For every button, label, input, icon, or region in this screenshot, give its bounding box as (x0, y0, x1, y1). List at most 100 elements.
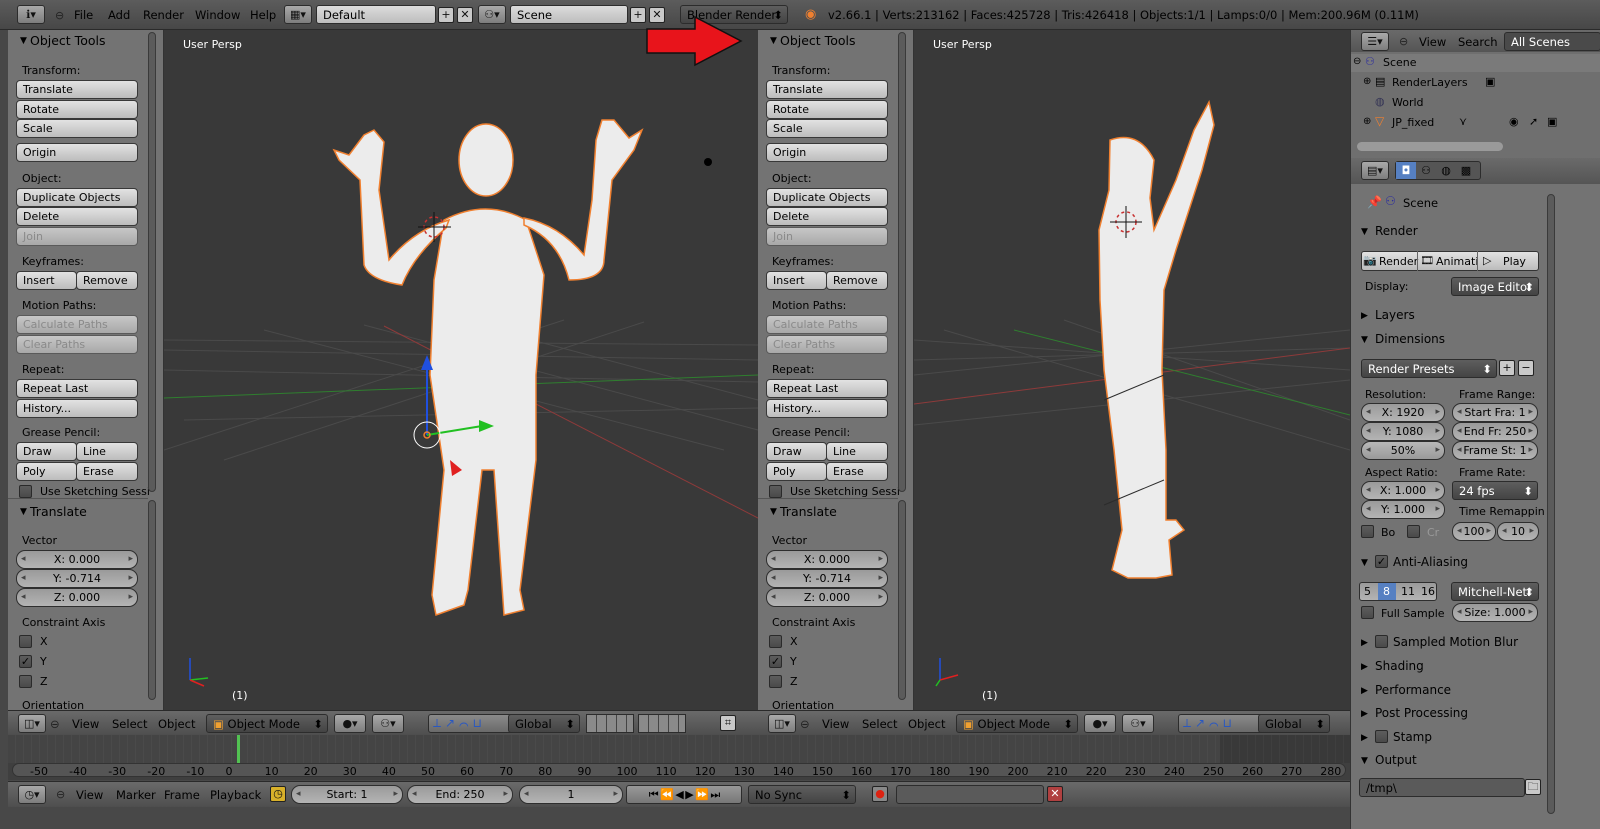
visibility-eye-icon[interactable]: ◉ (1509, 115, 1519, 128)
left-shelf-scrollbar[interactable] (148, 32, 156, 492)
timeline-menu-view[interactable]: View (76, 788, 103, 802)
right-view-menu-object[interactable]: Object (908, 717, 945, 731)
outliner-row-object[interactable]: ⊕ ▽ JP_fixed ⋎ ◉ ➚ ▣ (1351, 114, 1600, 132)
render-panel-toggle-icon[interactable]: ▼ (1361, 227, 1368, 237)
right-view-editor-type-icon[interactable]: ◫▾ (768, 714, 796, 733)
right-view-pivot-point-icon[interactable]: ⚇▾ (1122, 714, 1154, 733)
left-view-snap-icon[interactable]: ⌗ (720, 715, 736, 731)
left-object-tools-title[interactable]: Object Tools (30, 33, 105, 48)
left-scale-button[interactable]: Scale (16, 119, 138, 138)
right-operator-translate-title[interactable]: Translate (780, 504, 837, 519)
right-delete-button[interactable]: Delete (766, 207, 888, 226)
performance-toggle-icon[interactable]: ▶ (1361, 686, 1368, 696)
shading-toggle-icon[interactable]: ▶ (1361, 662, 1368, 672)
aa-panel-toggle-icon[interactable]: ▼ (1361, 558, 1368, 568)
left-view-menu-select[interactable]: Select (112, 717, 147, 731)
left-operator-translate-title[interactable]: Translate (30, 504, 87, 519)
layers-panel-toggle-icon[interactable]: ▶ (1361, 311, 1368, 321)
viewport-side[interactable]: User Persp (1) (914, 30, 1350, 710)
frame-step-field[interactable]: Frame St: 1 (1452, 441, 1538, 460)
motion-blur-title[interactable]: Sampled Motion Blur (1393, 635, 1518, 649)
right-clear-paths-button[interactable]: Clear Paths (766, 335, 888, 354)
preview-range-icon[interactable]: ◷ (270, 786, 286, 802)
remove-layout-icon[interactable]: ✕ (457, 7, 473, 23)
remap-old-field[interactable]: 100 (1452, 522, 1496, 541)
aspect-y-field[interactable]: Y: 1.000 (1361, 500, 1445, 519)
left-constraint-z-checkbox[interactable] (19, 675, 32, 688)
right-duplicate-objects-button[interactable]: Duplicate Objects (766, 188, 888, 207)
timeline-menu-marker[interactable]: Marker (116, 788, 156, 802)
left-grease-erase-button[interactable]: Erase (76, 462, 138, 481)
menu-help[interactable]: Help (250, 8, 276, 22)
left-origin-button[interactable]: Origin (16, 143, 138, 162)
render-panel-title[interactable]: Render (1375, 224, 1418, 238)
current-frame-indicator[interactable] (237, 735, 240, 763)
right-repeat-last-button[interactable]: Repeat Last (766, 379, 888, 398)
outliner-filter-select[interactable]: All Scenes (1504, 32, 1600, 51)
left-grease-draw-button[interactable]: Draw (16, 442, 77, 461)
remove-preset-icon[interactable]: − (1518, 360, 1534, 376)
outliner-row-scene[interactable]: ⊖ ⚇ Scene (1351, 54, 1600, 72)
timeline-scrollbar[interactable] (12, 763, 1346, 777)
frame-rate-select[interactable]: 24 fps ⬍ (1452, 481, 1538, 500)
left-view-menu-view[interactable]: View (72, 717, 99, 731)
expand-icon[interactable]: ⊕ (1363, 116, 1371, 127)
output-path-field[interactable]: /tmp\ (1359, 778, 1525, 797)
screen-layout-icon[interactable]: ▦▾ (284, 5, 312, 24)
right-grease-draw-button[interactable]: Draw (766, 442, 827, 461)
properties-scrollbar[interactable] (1547, 194, 1555, 814)
output-toggle-icon[interactable]: ▼ (1361, 756, 1368, 766)
left-insert-keyframe-button[interactable]: Insert (16, 271, 77, 290)
crop-checkbox[interactable] (1407, 525, 1420, 538)
right-rotate-button[interactable]: Rotate (766, 100, 888, 119)
playback-controls[interactable]: ⏮ ⏪ ◀ ▶ ⏩ ⏭ (626, 785, 742, 804)
anti-aliasing-checkbox[interactable]: ✓ (1375, 555, 1388, 568)
timeline-menu-playback[interactable]: Playback (210, 788, 261, 802)
right-vector-y-field[interactable]: Y: -0.714 (766, 569, 888, 588)
aa-samples-5[interactable]: 5 (1364, 585, 1371, 598)
scene-selector-icon[interactable]: ⚇▾ (478, 5, 506, 24)
sync-mode-select[interactable]: No Sync ⬍ (748, 785, 856, 804)
right-view-menu-view[interactable]: View (822, 717, 849, 731)
right-shelf-scrollbar[interactable] (898, 500, 906, 700)
shading-title[interactable]: Shading (1375, 659, 1424, 673)
scene-tab-icon[interactable]: ⚇ (1416, 162, 1436, 179)
border-checkbox[interactable] (1361, 525, 1374, 538)
aa-samples-16[interactable]: 16 (1421, 585, 1435, 598)
outliner-menu-view[interactable]: View (1419, 35, 1446, 49)
scene-name-field[interactable]: Scene (510, 5, 628, 24)
aa-size-field[interactable]: Size: 1.000 (1452, 603, 1538, 622)
right-constraint-y-checkbox[interactable]: ✓ (769, 655, 782, 668)
left-constraint-x-checkbox[interactable] (19, 635, 32, 648)
left-view-collapse-icon[interactable]: ⊖ (50, 717, 60, 731)
menu-window[interactable]: Window (195, 8, 240, 22)
info-editor-type-icon[interactable]: ℹ▾ (17, 5, 45, 24)
play-animation-button[interactable]: Play (1503, 255, 1526, 268)
left-repeat-last-button[interactable]: Repeat Last (16, 379, 138, 398)
render-tab-icon[interactable]: ◘ (1396, 162, 1416, 179)
layout-name-field[interactable]: Default (316, 5, 436, 24)
right-remove-keyframe-button[interactable]: Remove (826, 271, 888, 290)
left-shelf-panel-toggle-icon[interactable]: ▼ (20, 36, 27, 46)
stamp-checkbox[interactable] (1375, 730, 1388, 743)
file-browse-icon[interactable]: 🗀 (1525, 779, 1541, 795)
right-operator-panel-toggle-icon[interactable]: ▼ (770, 507, 777, 517)
left-view-viewport-shading-icon[interactable]: ●▾ (334, 714, 366, 733)
timeline-editor-type-icon[interactable]: ◷▾ (18, 785, 46, 804)
stamp-toggle-icon[interactable]: ▶ (1361, 733, 1368, 743)
right-vector-x-field[interactable]: X: 0.000 (766, 550, 888, 569)
stamp-title[interactable]: Stamp (1393, 730, 1432, 744)
right-use-sketching-checkbox[interactable] (769, 485, 782, 498)
left-rotate-button[interactable]: Rotate (16, 100, 138, 119)
right-insert-keyframe-button[interactable]: Insert (766, 271, 827, 290)
renderable-camera-icon[interactable]: ▣ (1547, 115, 1557, 128)
right-grease-poly-button[interactable]: Poly (766, 462, 827, 481)
render-layer-toggle-icon[interactable]: ▣ (1485, 75, 1495, 88)
frame-start-field[interactable]: Start Fra: 1 (1452, 403, 1538, 422)
world-tab-icon[interactable]: ◍ (1436, 162, 1456, 179)
left-calculate-paths-button[interactable]: Calculate Paths (16, 315, 138, 334)
aspect-x-field[interactable]: X: 1.000 (1361, 481, 1445, 500)
outliner-scrollbar[interactable] (1357, 142, 1503, 151)
aa-samples-11[interactable]: 11 (1401, 585, 1415, 598)
right-history-button[interactable]: History... (766, 399, 888, 418)
